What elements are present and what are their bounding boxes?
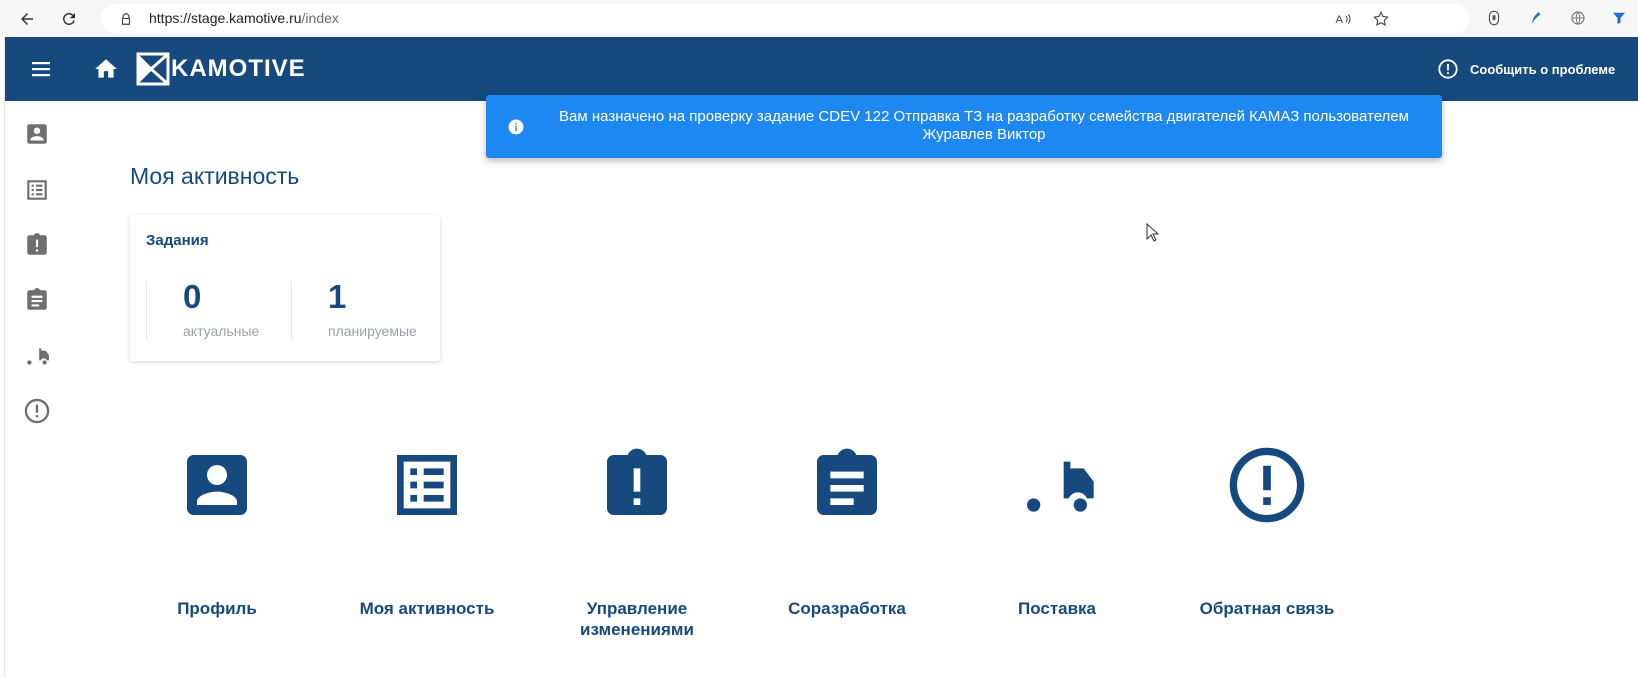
clipboard-alert-icon	[607, 448, 667, 515]
error-outline-icon	[1229, 447, 1305, 523]
favorite-star-icon[interactable]	[1372, 10, 1390, 28]
app-logo[interactable]: KAMOTIVE	[135, 51, 306, 87]
address-bar[interactable]: https://stage.kamotive.ru/index A	[101, 4, 1469, 33]
logo-text: KAMOTIVE	[171, 55, 306, 82]
sidebar-item-profile[interactable]	[22, 119, 52, 149]
tasks-card-title: Задания	[146, 232, 209, 249]
list-alt-icon	[27, 180, 47, 200]
browser-toolbar: https://stage.kamotive.ru/index A	[0, 0, 1638, 37]
stat-current-tasks[interactable]: 0 актуальные	[146, 278, 259, 339]
reload-button[interactable]	[57, 7, 81, 31]
sidebar-item-feedback[interactable]	[22, 396, 52, 426]
tile-delivery[interactable]: Поставка	[967, 445, 1147, 635]
extension-pen-icon[interactable]	[1527, 9, 1545, 27]
error-outline-icon	[24, 398, 50, 424]
sidebar-item-changes[interactable]	[22, 230, 52, 260]
notification-toast[interactable]: Вам назначено на проверку задание CDEV 1…	[486, 95, 1442, 158]
account-box-icon	[27, 124, 47, 144]
tile-codevelopment[interactable]: Соразработка	[757, 445, 937, 635]
extension-filter-icon[interactable]	[1610, 9, 1628, 27]
stat-current-label: актуальные	[183, 323, 260, 339]
extension-globe-icon[interactable]	[1569, 9, 1587, 27]
url-text[interactable]: https://stage.kamotive.ru/index	[149, 10, 339, 26]
tile-my-activity[interactable]: Моя активность	[337, 445, 517, 635]
sidebar-item-activity[interactable]	[22, 175, 52, 205]
notification-message: Вам назначено на проверку задание CDEV 1…	[559, 108, 1409, 143]
tile-change-management[interactable]: Управление изменениями	[547, 445, 727, 639]
tile-feedback[interactable]: Обратная связь	[1177, 445, 1357, 635]
stat-planned-value: 1	[328, 278, 347, 315]
assignment-icon	[27, 288, 47, 310]
tile-delivery-label: Поставка	[1017, 599, 1097, 618]
assignment-icon	[817, 448, 877, 515]
page-title: Моя активность	[130, 163, 300, 189]
lock-icon	[121, 13, 131, 25]
app-header: KAMOTIVE Сообщить о проблеме	[5, 37, 1638, 101]
tile-my-activity-label: Моя активность	[359, 599, 495, 618]
url-host: https://stage.kamotive.ru	[149, 10, 302, 26]
url-path: /index	[301, 10, 339, 26]
list-alt-icon	[397, 455, 457, 515]
truck-icon	[25, 348, 49, 365]
info-icon	[508, 119, 524, 135]
back-button[interactable]	[15, 7, 39, 31]
kamotive-logo-icon	[136, 52, 170, 86]
stat-current-value: 0	[183, 278, 202, 315]
tile-change-management-label: Управление изменениями	[580, 599, 694, 639]
home-button[interactable]	[93, 56, 119, 82]
stat-planned-tasks[interactable]: 1 планируемые	[291, 278, 417, 339]
sidebar-item-delivery[interactable]	[22, 341, 52, 371]
svg-text:A: A	[1336, 14, 1344, 26]
extension-shield-icon[interactable]	[1485, 9, 1503, 27]
stat-planned-label: планируемые	[328, 323, 417, 339]
app-frame: KAMOTIVE Сообщить о проблеме Вам назначе…	[4, 37, 1638, 678]
home-icon	[95, 59, 117, 78]
tile-codevelopment-label: Соразработка	[788, 599, 906, 618]
alert-circle-icon	[1438, 59, 1458, 79]
report-problem-label: Сообщить о проблеме	[1470, 61, 1616, 77]
mouse-cursor-icon	[1146, 223, 1160, 242]
menu-button[interactable]	[30, 59, 52, 79]
clipboard-alert-icon	[27, 233, 47, 255]
report-problem-button[interactable]: Сообщить о проблеме	[1437, 55, 1615, 83]
tile-profile-label: Профиль	[177, 599, 257, 618]
reload-icon	[63, 13, 75, 25]
read-aloud-icon[interactable]: A	[1334, 10, 1352, 28]
tile-feedback-label: Обратная связь	[1199, 599, 1335, 618]
sidebar-item-codevelopment[interactable]	[22, 285, 52, 315]
arrow-left-icon	[21, 13, 33, 25]
tile-profile[interactable]: Профиль	[127, 445, 307, 635]
hamburger-menu-icon	[32, 62, 50, 77]
account-box-icon	[187, 455, 247, 515]
truck-icon	[1020, 461, 1094, 512]
tasks-card: Задания 0 актуальные 1 планируемые	[130, 215, 440, 361]
